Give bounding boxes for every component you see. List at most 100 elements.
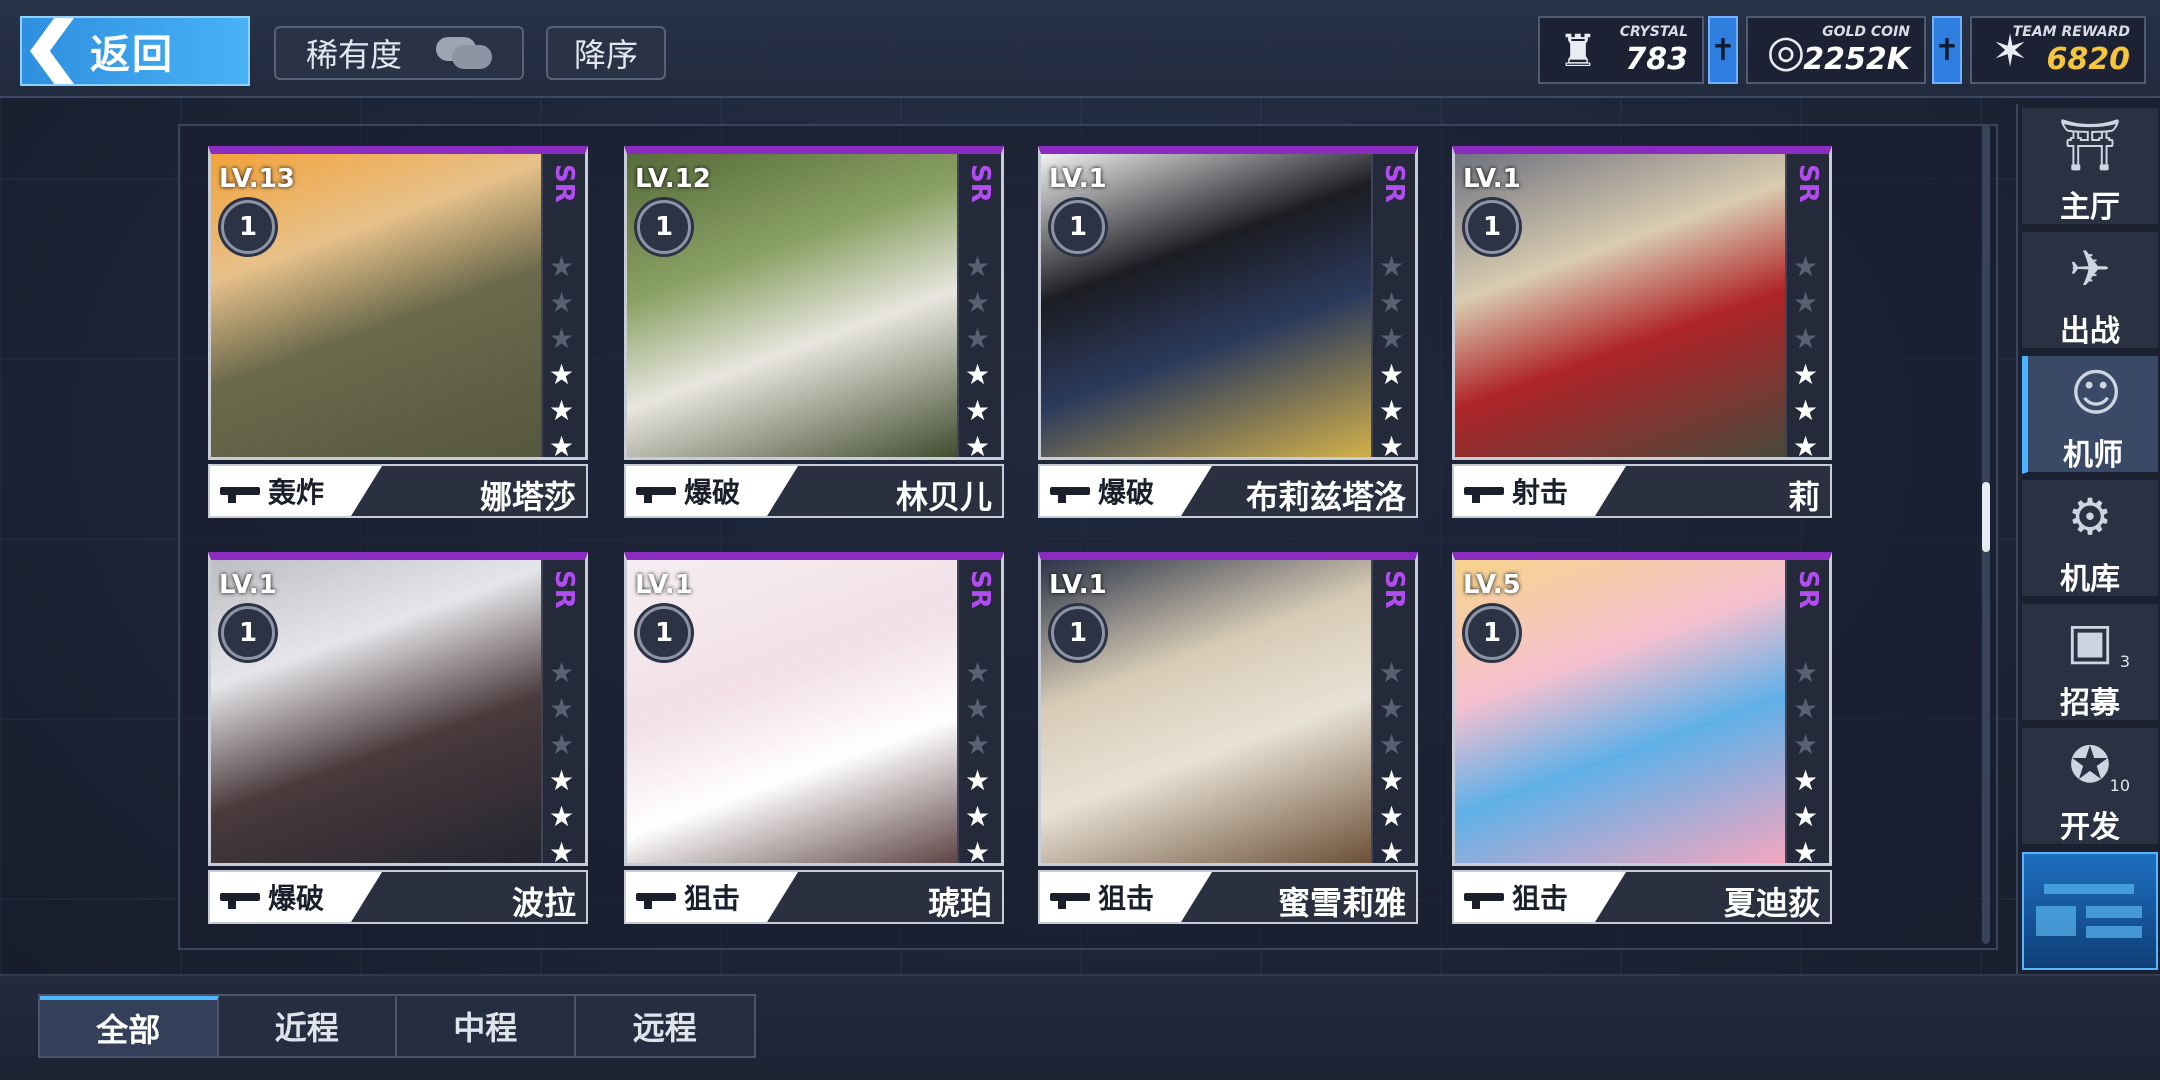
team-reward-counter: ✶ TEAM REWARD 6820 — [1970, 16, 2146, 84]
star-icon: ★ — [965, 250, 991, 283]
gold-coin-value: 2252K — [1803, 42, 1910, 77]
pilot-artwork — [627, 560, 957, 863]
level-label: LV.13 — [219, 164, 295, 194]
pilot-artwork — [1041, 560, 1371, 863]
team-reward-label: TEAM REWARD — [2012, 24, 2130, 40]
crystal-label: CRYSTAL — [1619, 24, 1688, 40]
range-tab[interactable]: 全部 — [40, 996, 219, 1056]
star-icon: ★ — [549, 430, 575, 460]
level-label: LV.5 — [1463, 570, 1521, 600]
role-label: 射击 — [1512, 476, 1569, 509]
rank-badge: 1 — [1465, 200, 1519, 254]
rarity-label: SR — [1793, 570, 1823, 609]
pilot-artwork — [1455, 560, 1785, 863]
level-label: LV.12 — [635, 164, 711, 194]
weapon-icon — [220, 481, 260, 503]
rank-badge: 1 — [221, 200, 275, 254]
role-tag: 狙击 — [1454, 872, 1626, 922]
star-icon: ★ — [965, 692, 991, 725]
rarity-strip: SR ★ ★ ★ ★ ★ ★ — [957, 560, 1001, 866]
role-label: 爆破 — [268, 882, 325, 915]
range-tab[interactable]: 近程 — [219, 996, 397, 1056]
top-bar: 返回 稀有度 降序 ♜ CRYSTAL 783 ✝ ◎ GOLD COIN 22… — [0, 0, 2160, 98]
pilot-card[interactable]: SR ★ ★ ★ ★ ★ ★ LV.1 1 爆破 波拉 — [208, 552, 588, 924]
pilot-portrait: SR ★ ★ ★ ★ ★ ★ LV.1 1 — [624, 552, 1004, 866]
nav-item[interactable]: ✈ 出战 — [2022, 232, 2158, 350]
pilot-icon: ☺ — [2069, 364, 2123, 422]
weapon-icon — [636, 481, 676, 503]
star-icon: ★ — [1379, 250, 1405, 283]
star-icon: ★ — [1793, 358, 1819, 391]
back-button[interactable]: 返回 — [20, 16, 250, 86]
scrollbar-thumb[interactable] — [1982, 482, 1990, 552]
star-icon: ★ — [1379, 322, 1405, 355]
pilot-card[interactable]: SR ★ ★ ★ ★ ★ ★ LV.12 1 爆破 林贝儿 — [624, 146, 1004, 518]
nav-label: 机库 — [2060, 562, 2120, 597]
rank-badge: 1 — [637, 606, 691, 660]
star-icon: ★ — [1793, 250, 1819, 283]
nav-item[interactable]: ⚙ 机库 — [2022, 480, 2158, 598]
pilot-name: 琥珀 — [927, 884, 992, 922]
pilot-info-bar: 射击 莉 — [1452, 464, 1832, 518]
weapon-icon — [1050, 887, 1090, 909]
star-rating: ★ ★ ★ ★ ★ ★ — [1793, 250, 1821, 457]
rarity-strip: SR ★ ★ ★ ★ ★ ★ — [541, 154, 585, 460]
nav-item[interactable]: ▣ 3 招募 — [2022, 604, 2158, 722]
role-label: 狙击 — [684, 882, 741, 915]
star-icon: ★ — [1793, 394, 1819, 427]
star-icon: ★ — [549, 692, 575, 725]
role-tag: 爆破 — [1040, 466, 1212, 516]
rarity-filter-button[interactable]: 稀有度 — [274, 26, 524, 80]
pilot-card[interactable]: SR ★ ★ ★ ★ ★ ★ LV.1 1 射击 莉 — [1452, 146, 1832, 518]
nav-item[interactable]: ✪ 10 开发 — [2022, 728, 2158, 846]
level-label: LV.1 — [1463, 164, 1521, 194]
pilot-card[interactable]: SR ★ ★ ★ ★ ★ ★ LV.1 1 狙击 蜜雪莉雅 — [1038, 552, 1418, 924]
minimap-button[interactable] — [2022, 852, 2158, 970]
star-icon: ★ — [965, 836, 991, 866]
level-label: LV.1 — [1049, 570, 1107, 600]
star-icon: ★ — [1793, 836, 1819, 866]
star-rating: ★ ★ ★ ★ ★ ★ — [1379, 250, 1407, 460]
star-icon: ★ — [1379, 430, 1405, 460]
pilot-portrait: SR ★ ★ ★ ★ ★ ★ LV.1 1 — [1038, 552, 1418, 866]
pilot-name: 莉 — [1787, 478, 1820, 516]
nav-item[interactable]: ⛩ 主厅 — [2022, 108, 2158, 226]
range-tab[interactable]: 中程 — [397, 996, 576, 1056]
pilot-info-bar: 轰炸 娜塔莎 — [208, 464, 588, 518]
rank-badge: 1 — [1051, 200, 1105, 254]
star-icon: ★ — [549, 728, 575, 761]
star-icon: ★ — [1379, 656, 1405, 689]
nav-item[interactable]: ☺ 机师 — [2022, 356, 2158, 474]
range-tab[interactable]: 远程 — [576, 996, 755, 1056]
team-reward-value: 6820 — [2046, 42, 2131, 77]
sort-order-button[interactable]: 降序 — [546, 26, 666, 80]
pilot-card[interactable]: SR ★ ★ ★ ★ ★ ★ LV.1 1 狙击 琥珀 — [624, 552, 1004, 924]
weapon-icon — [1050, 481, 1090, 503]
pilot-portrait: SR ★ ★ ★ ★ ★ ★ LV.5 1 — [1452, 552, 1832, 866]
battle-icon: ✈ — [2069, 240, 2111, 298]
pilot-card[interactable]: SR ★ ★ ★ ★ ★ ★ LV.1 1 爆破 布莉兹塔洛 — [1038, 146, 1418, 518]
pilot-name: 蜜雪莉雅 — [1277, 884, 1406, 922]
role-tag: 射击 — [1454, 466, 1626, 516]
star-icon: ★ — [965, 322, 991, 355]
star-icon: ★ — [1793, 322, 1819, 355]
star-rating: ★ ★ ★ ★ ★ ★ — [549, 250, 577, 460]
star-icon: ★ — [549, 656, 575, 689]
rank-badge: 1 — [221, 606, 275, 660]
pilot-card[interactable]: SR ★ ★ ★ ★ ★ ★ LV.13 1 轰炸 娜塔莎 — [208, 146, 588, 518]
pilot-info-bar: 狙击 夏迪荻 — [1452, 870, 1832, 924]
pilot-artwork — [211, 154, 541, 457]
pilot-name: 布莉兹塔洛 — [1245, 478, 1406, 516]
add-gold-button[interactable]: ✝ — [1932, 16, 1962, 84]
role-tag: 狙击 — [1040, 872, 1212, 922]
role-tag: 爆破 — [626, 466, 798, 516]
add-crystal-button[interactable]: ✝ — [1708, 16, 1738, 84]
pilot-info-bar: 爆破 林贝儿 — [624, 464, 1004, 518]
star-icon: ★ — [965, 656, 991, 689]
rank-badge: 1 — [637, 200, 691, 254]
pilot-artwork — [211, 560, 541, 863]
gold-coin-label: GOLD COIN — [1822, 24, 1910, 40]
role-label: 爆破 — [684, 476, 741, 509]
pilot-name: 波拉 — [511, 884, 576, 922]
pilot-card[interactable]: SR ★ ★ ★ ★ ★ ★ LV.5 1 狙击 夏迪荻 — [1452, 552, 1832, 924]
